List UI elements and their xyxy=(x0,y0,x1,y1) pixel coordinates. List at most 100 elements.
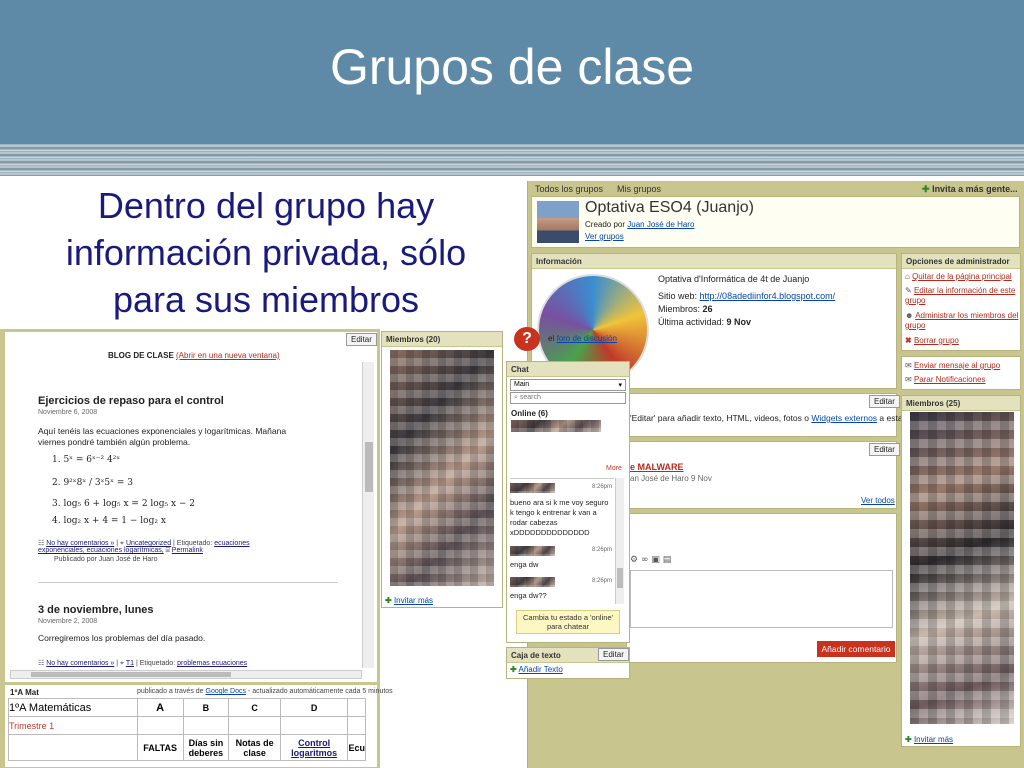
video-icon[interactable]: ▤ xyxy=(663,555,672,565)
chat-room-select[interactable]: Main ▾ xyxy=(510,379,626,391)
member-avatars-grid[interactable] xyxy=(390,350,494,586)
invite-more-right[interactable]: ✚ Invitar más xyxy=(905,735,953,744)
edit-button[interactable]: Editar xyxy=(869,395,900,408)
malware-topic-meta: an José de Haro 9 Nov xyxy=(630,474,712,483)
chat-status-hint[interactable]: Cambia tu estado a 'online' para chatear xyxy=(516,610,620,634)
tags-link[interactable]: problemas ecuaciones xyxy=(177,660,247,667)
nav-all-groups[interactable]: Todos los grupos xyxy=(535,184,603,194)
invite-more-people[interactable]: ✚ Invita a más gente... xyxy=(922,184,1018,195)
admin-delete-link[interactable]: ✖ Borrar grupo xyxy=(905,336,959,345)
chat-time: 8:26pm xyxy=(591,578,612,584)
scroll-thumb[interactable] xyxy=(617,568,623,588)
edit-button[interactable]: Editar xyxy=(346,333,377,346)
header-cell[interactable]: FALTAS xyxy=(136,734,184,761)
stop-notifications-link[interactable]: ✉ Parar Notificaciones xyxy=(905,375,986,384)
nav-my-groups[interactable]: Mis grupos xyxy=(617,184,661,194)
add-comment-button[interactable]: Añadir comentario xyxy=(817,641,895,657)
equation: 3. log₅ 6 + log₅ x = 2 log₅ x − 2 xyxy=(52,499,196,509)
category-link[interactable]: T1 xyxy=(126,660,134,667)
google-docs-link[interactable]: Google Docs xyxy=(206,688,246,695)
comments-link[interactable]: No hay comentarios » xyxy=(46,540,114,547)
sheet-subject[interactable]: 1ºA Matemáticas xyxy=(8,698,138,717)
chat-more-link[interactable]: More xyxy=(606,465,622,472)
send-message-link[interactable]: ✉ Enviar mensaje al grupo xyxy=(905,361,1000,370)
post-title[interactable]: Ejercicios de repaso para el control xyxy=(38,395,224,407)
admin-delete-label: Borrar grupo xyxy=(913,336,959,345)
link-icon[interactable]: ∞ xyxy=(641,555,649,565)
chat-search-input[interactable]: ⌕ search xyxy=(510,392,626,404)
blog-open-link[interactable]: (Abrir en una nueva ventana) xyxy=(176,351,280,360)
table-cell[interactable] xyxy=(136,716,184,735)
header-cell[interactable]: Ecu xyxy=(347,734,366,761)
creator-link[interactable]: Juan José de Haro xyxy=(627,220,694,229)
header-cell[interactable]: Control logaritmos xyxy=(279,734,349,761)
format-icon[interactable]: ⚙ xyxy=(630,555,638,565)
column-header[interactable]: C xyxy=(228,698,281,717)
subtitle-line: información privada, sólo xyxy=(65,231,467,273)
scroll-thumb[interactable] xyxy=(365,442,373,492)
table-cell[interactable] xyxy=(228,716,281,735)
info-title: Información xyxy=(532,254,896,269)
blog-header: BLOG DE CLASE (Abrir en una nueva ventan… xyxy=(108,351,280,360)
malware-topic-link[interactable]: e MALWARE xyxy=(630,462,684,472)
widgets-link[interactable]: Widgets externos xyxy=(811,413,877,423)
created-by: Creado por Juan José de Haro xyxy=(585,220,694,229)
online-avatars[interactable] xyxy=(511,420,601,432)
chat-scrollbar[interactable] xyxy=(615,478,624,604)
header-cell[interactable]: Notas de clase xyxy=(228,734,281,761)
member-avatars-grid[interactable] xyxy=(910,412,1014,724)
invite-more-left[interactable]: ✚ Invitar más xyxy=(385,596,433,605)
table-cell[interactable] xyxy=(182,716,230,735)
permalink-link[interactable]: Permalink xyxy=(172,547,203,554)
column-header[interactable]: A xyxy=(136,698,184,717)
edit-button[interactable]: Editar xyxy=(598,648,629,661)
see-groups-link[interactable]: Ver grupos xyxy=(585,232,624,241)
add-text-link[interactable]: ✚ Añadir Texto xyxy=(510,665,563,674)
comment-icon: ☷ xyxy=(38,540,45,547)
blog-scrollbar[interactable] xyxy=(362,362,374,668)
scroll-thumb[interactable] xyxy=(31,672,231,677)
subtitle-line: para sus miembros xyxy=(112,278,420,320)
invite-more-right-label: Invitar más xyxy=(913,735,954,744)
table-row: 1ºA Matemáticas A B C D xyxy=(8,698,366,717)
post-title[interactable]: 3 de noviembre, lunes xyxy=(38,604,154,616)
header-cell[interactable]: Días sin deberes xyxy=(182,734,230,761)
website-link[interactable]: http://08adediinfor4.blogspot.com/ xyxy=(700,291,836,301)
website-label: Sitio web: xyxy=(658,291,698,301)
admin-edit-link[interactable]: ✎ Editar la información de este grupo xyxy=(905,286,1019,306)
header-water-band xyxy=(0,144,1024,176)
column-header[interactable]: B xyxy=(182,698,230,717)
table-cell[interactable] xyxy=(279,716,349,735)
see-all-link[interactable]: Ver todos xyxy=(861,496,895,505)
admin-remove-label: Quitar de la página principal xyxy=(912,272,1012,281)
discussion-forum-link[interactable]: foro de discusión xyxy=(556,334,616,343)
table-cell[interactable] xyxy=(8,734,138,761)
image-icon[interactable]: ▣ xyxy=(651,555,660,565)
edit-button[interactable]: Editar xyxy=(869,443,900,456)
table-cell[interactable] xyxy=(347,716,366,735)
trimestre-cell[interactable]: Trimestre 1 xyxy=(8,716,138,735)
members-count: 26 xyxy=(702,304,713,314)
equation: 4. log₂ x + 4 = 1 − log₂ x xyxy=(52,516,166,526)
comment-textarea[interactable] xyxy=(630,570,893,628)
blog-horizontal-scrollbar[interactable] xyxy=(10,670,362,679)
notification-icon: ✉ xyxy=(905,375,912,384)
column-header[interactable] xyxy=(347,698,366,717)
slide: { "slide": { "title": "Grupos de clase",… xyxy=(0,0,1024,768)
stop-notifications-label: Parar Notificaciones xyxy=(913,375,986,384)
comments-link[interactable]: No hay comentarios » xyxy=(46,660,114,667)
admin-edit-label: Editar la información de este grupo xyxy=(905,286,1016,305)
tags-link[interactable]: ecuaciones xyxy=(214,540,249,547)
group-description: Optativa d'Informática de 4t de Juanjo xyxy=(658,274,810,284)
admin-title: Opciones de administrador xyxy=(902,254,1020,269)
activity-value: 9 Nov xyxy=(726,317,752,327)
tags-link[interactable]: exponenciales, ecuaciones logarítmicas, xyxy=(38,547,164,554)
post-meta: exponenciales, ecuaciones logarítmicas, … xyxy=(38,547,203,555)
people-icon: ☻ xyxy=(905,311,914,320)
comment-toolbar: ⚙ ∞ ▣ ▤ xyxy=(630,555,690,567)
category-link[interactable]: Uncategorized xyxy=(126,540,171,547)
column-header[interactable]: D xyxy=(279,698,349,717)
admin-remove-link[interactable]: ⌂ Quitar de la página principal xyxy=(905,272,1019,281)
admin-members-link[interactable]: ☻ Administrar los miembros del grupo xyxy=(905,311,1019,331)
post-body: Aquí tenéis las ecuaciones exponenciales… xyxy=(38,426,287,436)
